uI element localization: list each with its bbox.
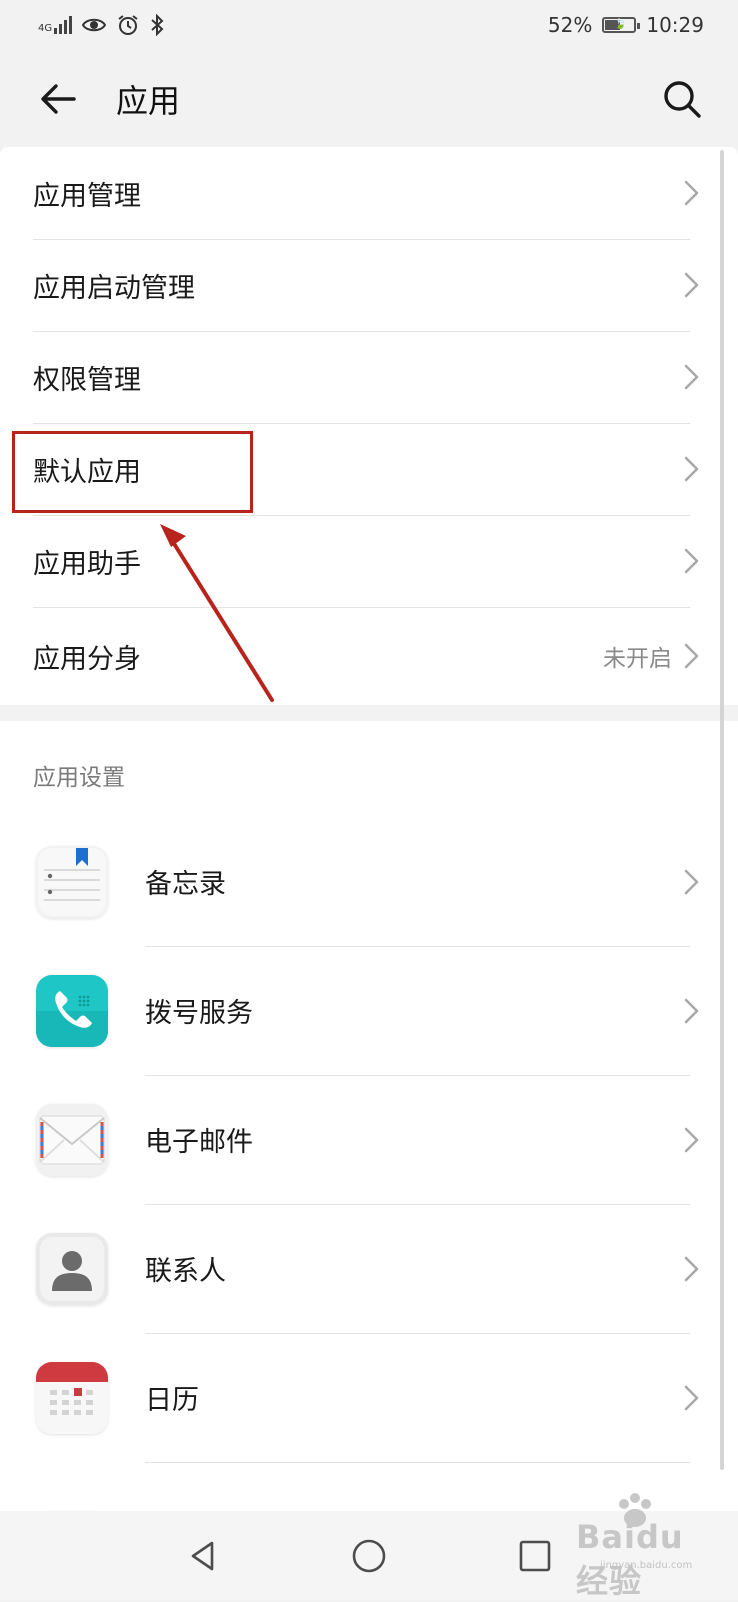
- signal-indicator: 4G: [38, 16, 73, 34]
- annotation-highlight-box: [12, 431, 253, 513]
- mail-icon: [36, 1103, 108, 1176]
- phone-icon: [36, 974, 108, 1047]
- watermark-subtext: jingyan.baidu.com: [600, 1560, 693, 1571]
- app-item-notepad[interactable]: 备忘录: [0, 817, 738, 946]
- leaf-icon: 🍃: [614, 19, 627, 30]
- battery-icon: 🍃: [602, 17, 641, 33]
- app-item-contacts[interactable]: 联系人: [0, 1204, 738, 1333]
- chevron-right-icon: [682, 642, 702, 670]
- calendar-icon: [36, 1361, 108, 1434]
- app-item-label: 联系人: [145, 1256, 226, 1287]
- chevron-right-icon: [682, 271, 702, 299]
- annotation-arrow-icon: [160, 524, 274, 702]
- alarm-icon: [118, 15, 138, 35]
- nav-home-button[interactable]: [339, 1526, 399, 1586]
- scrollbar[interactable]: [720, 150, 724, 1470]
- status-left: 4G: [38, 14, 164, 36]
- menu-item-app-twin[interactable]: 应用分身 未开启: [0, 607, 738, 705]
- back-button[interactable]: [30, 71, 86, 127]
- app-bar: 应用: [0, 50, 738, 147]
- chevron-right-icon: [682, 1255, 702, 1283]
- notepad-icon: [36, 845, 108, 918]
- menu-item-label: 应用启动管理: [33, 272, 195, 304]
- app-item-label: 电子邮件: [145, 1127, 253, 1158]
- chevron-right-icon: [682, 1384, 702, 1412]
- chevron-right-icon: [682, 997, 702, 1025]
- menu-item-app-assistant[interactable]: 应用助手: [0, 515, 738, 607]
- app-management-card: 应用管理 应用启动管理 权限管理 默认应用 应用助手 应用分身 未开启: [0, 147, 738, 705]
- arrow-left-icon: [41, 83, 76, 114]
- menu-item-label: 权限管理: [33, 364, 141, 396]
- status-right: 52% 🍃 10:29: [548, 13, 704, 37]
- menu-item-permission-management[interactable]: 权限管理: [0, 331, 738, 423]
- signal-bars-icon: [54, 16, 73, 34]
- nav-back-button[interactable]: [173, 1526, 233, 1586]
- chevron-right-icon: [682, 455, 702, 483]
- chevron-right-icon: [682, 1126, 702, 1154]
- clock: 10:29: [646, 13, 704, 37]
- search-button[interactable]: [654, 71, 710, 127]
- contact-icon: [36, 1232, 108, 1305]
- search-icon: [664, 80, 701, 118]
- nav-recent-button[interactable]: [505, 1526, 565, 1586]
- battery-percent: 52%: [547, 13, 593, 37]
- app-item-label: 备忘录: [145, 869, 226, 900]
- menu-item-label: 应用助手: [33, 548, 141, 580]
- app-item-label: 日历: [145, 1385, 199, 1416]
- section-title: 应用设置: [33, 765, 125, 791]
- watermark: Baidu经验 jingyan.baidu.com: [566, 1488, 706, 1600]
- chevron-right-icon: [682, 179, 702, 207]
- app-settings-card: 应用设置 备忘录 拨号服务 电子邮件 联系人 日历: [0, 721, 738, 1511]
- chevron-right-icon: [682, 363, 702, 391]
- status-bar: 4G 52% 🍃 10:29: [0, 0, 738, 50]
- page-title: 应用: [116, 81, 181, 120]
- app-item-dialer[interactable]: 拨号服务: [0, 946, 738, 1075]
- menu-item-app-management[interactable]: 应用管理: [0, 147, 738, 239]
- eye-icon: [82, 18, 107, 32]
- menu-item-label: 应用分身: [33, 643, 141, 675]
- menu-item-label: 应用管理: [33, 180, 141, 212]
- chevron-right-icon: [682, 868, 702, 896]
- app-item-label: 拨号服务: [145, 998, 253, 1029]
- bluetooth-icon: [151, 14, 164, 36]
- nav-back-icon: [191, 1541, 214, 1570]
- app-item-calendar[interactable]: 日历: [0, 1333, 738, 1462]
- menu-item-startup-management[interactable]: 应用启动管理: [0, 239, 738, 331]
- nav-recent-icon: [519, 1540, 551, 1571]
- app-item-email[interactable]: 电子邮件: [0, 1075, 738, 1204]
- network-type: 4G: [38, 23, 53, 34]
- nav-home-icon: [352, 1539, 386, 1572]
- chevron-right-icon: [682, 547, 702, 575]
- app-twin-status: 未开启: [603, 646, 672, 672]
